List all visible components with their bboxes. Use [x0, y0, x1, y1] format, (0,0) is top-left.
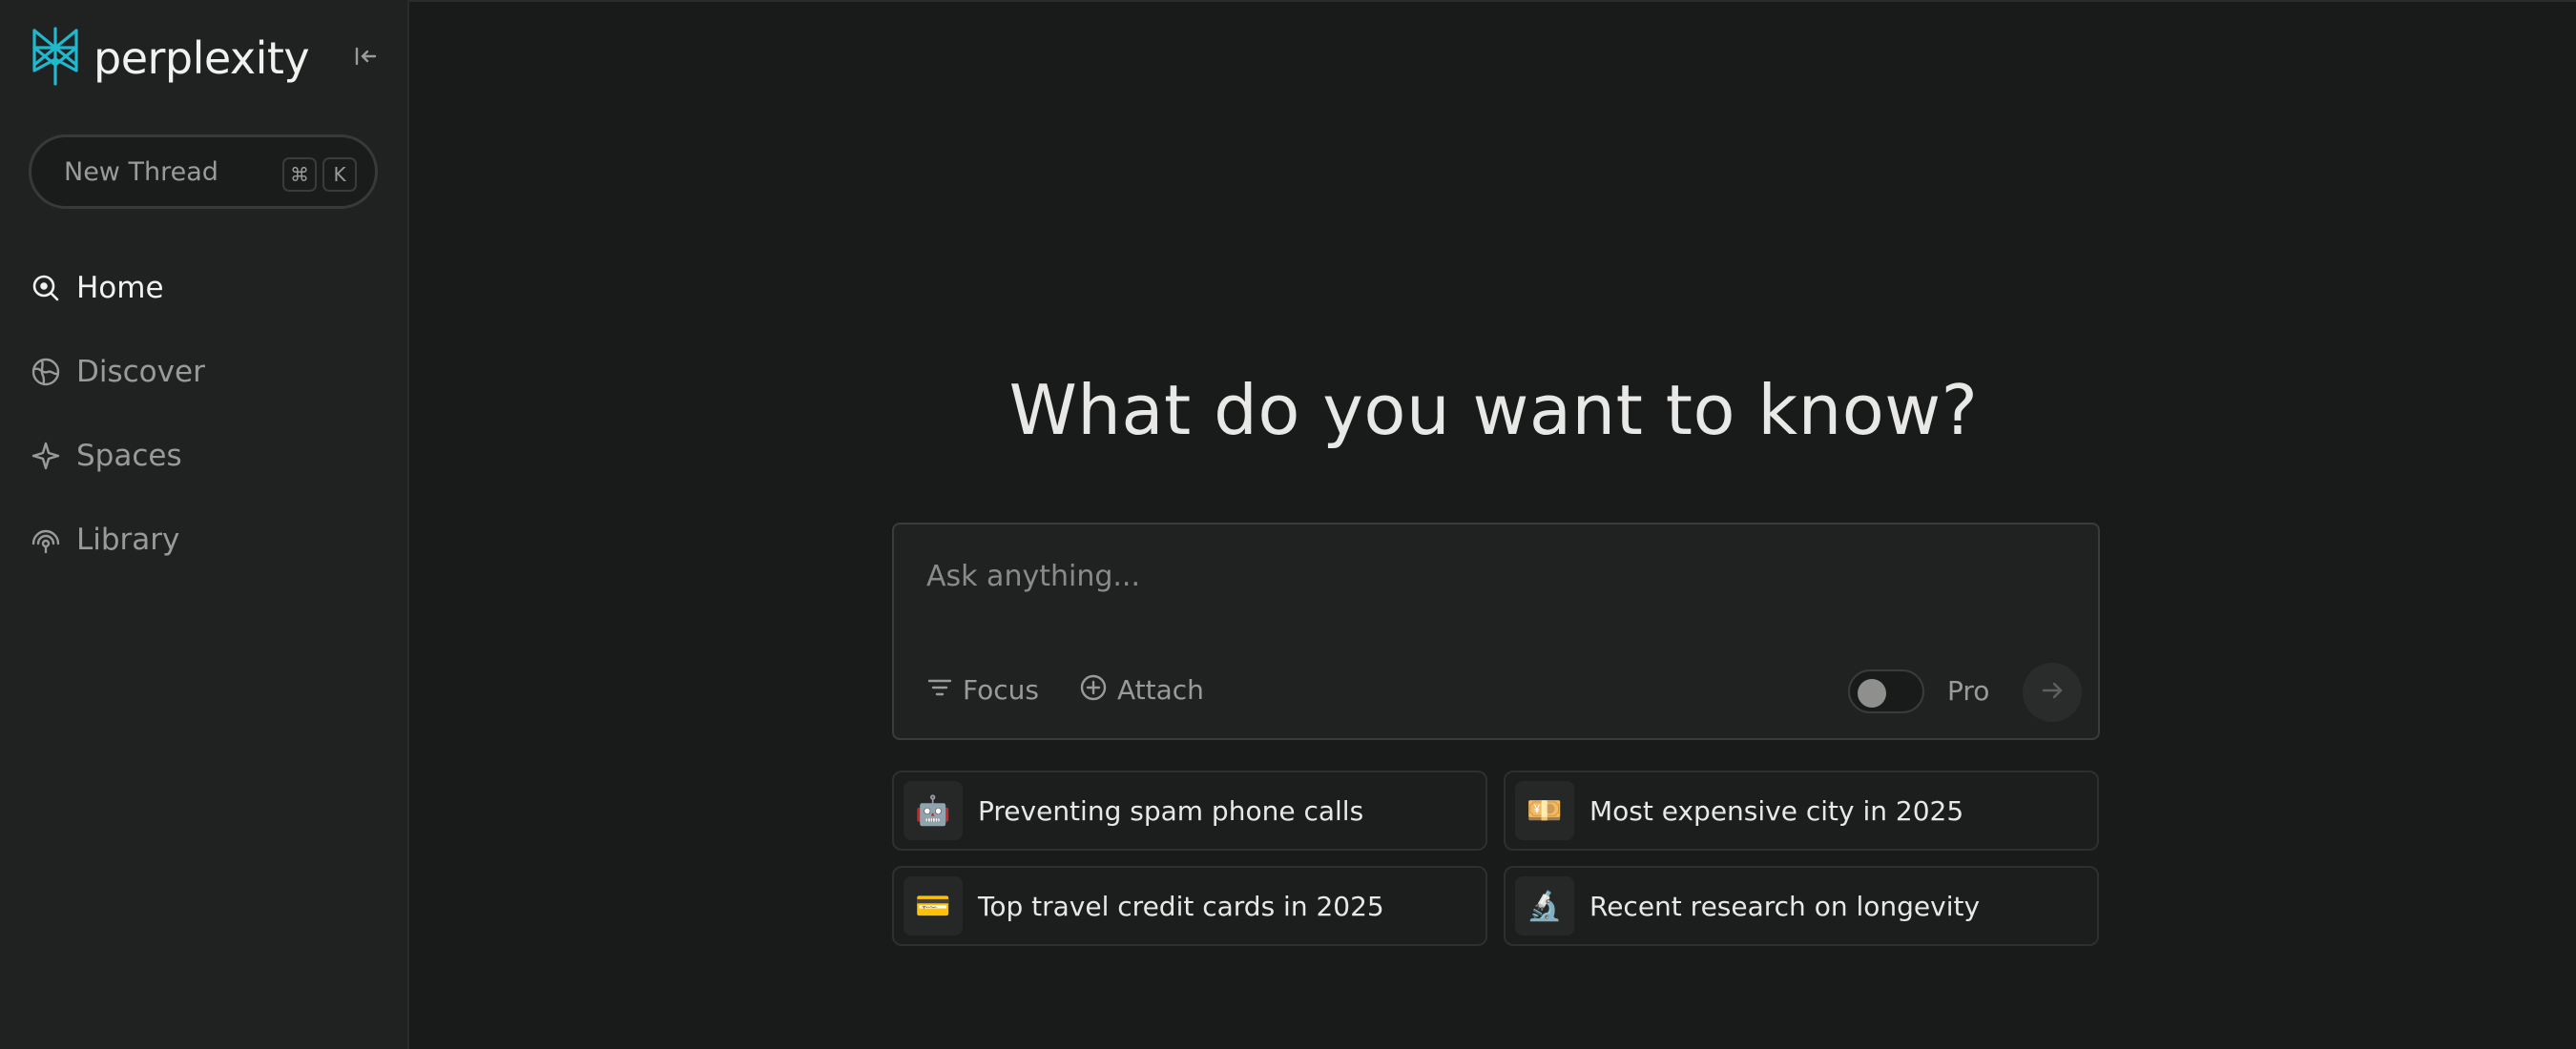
sidebar-item-home[interactable]: Home	[29, 246, 382, 330]
filter-icon	[926, 674, 953, 705]
suggestion-label: Most expensive city in 2025	[1589, 794, 1964, 827]
shortcut-k-key: K	[322, 157, 357, 192]
library-icon	[29, 523, 63, 557]
collapse-left-icon	[352, 43, 379, 73]
perplexity-logo-icon	[29, 27, 82, 90]
page-title: What do you want to know?	[1008, 370, 1979, 450]
sidebar: perplexity New Thread ⌘ K Home Discover …	[0, 0, 407, 1049]
plus-circle-icon	[1079, 673, 1108, 706]
home-search-icon	[29, 271, 63, 305]
collapse-sidebar-button[interactable]	[349, 42, 382, 74]
sidebar-item-label: Spaces	[76, 439, 182, 473]
sparkle-icon	[29, 439, 63, 473]
globe-icon	[29, 355, 63, 389]
brand-name: perplexity	[93, 32, 310, 84]
focus-label: Focus	[963, 673, 1039, 706]
sidebar-item-library[interactable]: Library	[29, 498, 382, 582]
focus-button[interactable]: Focus	[926, 668, 1039, 711]
sidebar-item-label: Discover	[76, 355, 205, 389]
pro-toggle[interactable]	[1848, 669, 1924, 713]
microscope-icon: 🔬	[1515, 876, 1574, 936]
sidebar-nav: Home Discover Spaces Library	[29, 246, 382, 582]
attach-label: Attach	[1117, 673, 1204, 706]
sidebar-item-spaces[interactable]: Spaces	[29, 414, 382, 498]
suggestion-label: Top travel credit cards in 2025	[978, 890, 1384, 922]
toggle-knob	[1858, 679, 1886, 708]
submit-button[interactable]	[2023, 663, 2082, 722]
sidebar-item-discover[interactable]: Discover	[29, 330, 382, 414]
search-box: Focus Attach Pro	[892, 523, 2100, 740]
pro-label: Pro	[1947, 675, 1990, 707]
sidebar-item-label: Home	[76, 271, 164, 305]
suggestion-label: Recent research on longevity	[1589, 890, 1981, 922]
new-thread-button[interactable]: New Thread ⌘ K	[29, 134, 378, 209]
suggestion-card[interactable]: 🤖 Preventing spam phone calls	[892, 771, 1487, 851]
logo[interactable]: perplexity	[29, 27, 310, 90]
app-window: perplexity New Thread ⌘ K Home Discover …	[0, 0, 2576, 1049]
suggestion-card[interactable]: 💳 Top travel credit cards in 2025	[892, 866, 1487, 946]
money-icon: 💴	[1515, 781, 1574, 840]
sidebar-item-label: Library	[76, 523, 180, 557]
suggestion-card[interactable]: 🔬 Recent research on longevity	[1504, 866, 2099, 946]
credit-card-icon: 💳	[904, 876, 963, 936]
robot-icon: 🤖	[904, 781, 963, 840]
arrow-right-icon	[2039, 677, 2066, 708]
suggestion-card[interactable]: 💴 Most expensive city in 2025	[1504, 771, 2099, 851]
suggestion-label: Preventing spam phone calls	[978, 794, 1364, 827]
attach-button[interactable]: Attach	[1079, 668, 1204, 711]
main-content: What do you want to know? Focus	[407, 0, 2576, 1049]
new-thread-label: New Thread	[64, 156, 218, 187]
shortcut-cmd-key: ⌘	[282, 157, 317, 192]
search-input[interactable]	[924, 557, 1974, 595]
